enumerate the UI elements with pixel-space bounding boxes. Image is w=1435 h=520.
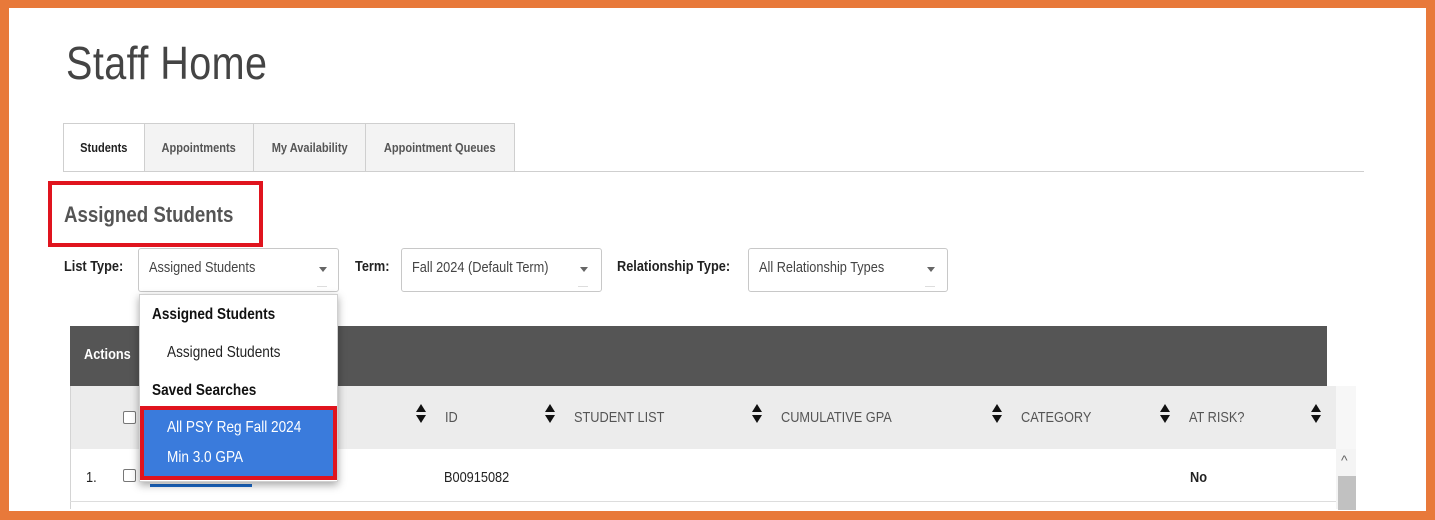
column-header-category[interactable]: Category	[1021, 409, 1091, 426]
relationship-type-value: All Relationship Types	[759, 259, 885, 276]
cell-at-risk: No	[1190, 469, 1207, 486]
tab-my-availability[interactable]: My Availability	[253, 123, 366, 172]
term-value: Fall 2024 (Default Term)	[412, 259, 549, 276]
column-header-id[interactable]: ID	[445, 409, 458, 426]
select-all-checkbox[interactable]	[123, 411, 136, 424]
relationship-type-label: Relationship Type:	[617, 258, 731, 275]
sort-icon[interactable]	[992, 403, 1002, 425]
highlight-section-title	[48, 181, 263, 247]
tabs-divider	[63, 171, 1364, 172]
dropdown-option-assigned-students[interactable]: Assigned Students	[167, 344, 280, 362]
sort-icon[interactable]	[1160, 403, 1170, 425]
tab-appointments[interactable]: Appointments	[144, 123, 254, 172]
dropdown-group-saved-searches: Saved Searches	[152, 382, 257, 399]
row-checkbox[interactable]	[123, 469, 136, 482]
sort-icon[interactable]	[1311, 403, 1321, 425]
caret-down-icon	[927, 267, 935, 272]
term-select[interactable]: Fall 2024 (Default Term)	[401, 248, 602, 292]
caret-down-icon	[580, 267, 588, 272]
tab-bar: Students Appointments My Availability Ap…	[63, 123, 515, 172]
sort-icon[interactable]	[416, 403, 426, 425]
page-title: Staff Home	[66, 37, 268, 89]
tab-students[interactable]: Students	[63, 123, 145, 172]
scrollbar-thumb[interactable]	[1338, 476, 1356, 510]
tab-appointment-queues[interactable]: Appointment Queues	[365, 123, 515, 172]
column-header-student-list[interactable]: Student List	[574, 409, 664, 426]
list-type-label: List Type:	[64, 258, 124, 275]
highlight-saved-search	[140, 406, 337, 480]
sort-icon[interactable]	[752, 403, 762, 425]
scroll-up-icon[interactable]: ^	[1341, 452, 1348, 468]
select-tick	[925, 286, 935, 287]
cell-id: B00915082	[444, 469, 510, 486]
list-type-value: Assigned Students	[149, 259, 256, 276]
select-tick	[317, 286, 327, 287]
dropdown-group-assigned: Assigned Students	[152, 306, 276, 323]
row-divider	[70, 501, 1336, 502]
student-name-link[interactable]	[150, 484, 252, 487]
list-type-select[interactable]: Assigned Students	[138, 248, 339, 292]
select-tick	[578, 286, 588, 287]
column-header-cumulative-gpa[interactable]: Cumulative GPA	[781, 409, 892, 426]
caret-down-icon	[319, 267, 327, 272]
row-index: 1.	[86, 469, 97, 486]
actions-menu[interactable]: Actions	[84, 346, 131, 363]
term-label: Term:	[355, 258, 390, 275]
column-header-at-risk[interactable]: At Risk?	[1189, 409, 1245, 426]
relationship-type-select[interactable]: All Relationship Types	[748, 248, 948, 292]
header-scroll-gutter	[1336, 386, 1356, 449]
sort-icon[interactable]	[545, 403, 555, 425]
